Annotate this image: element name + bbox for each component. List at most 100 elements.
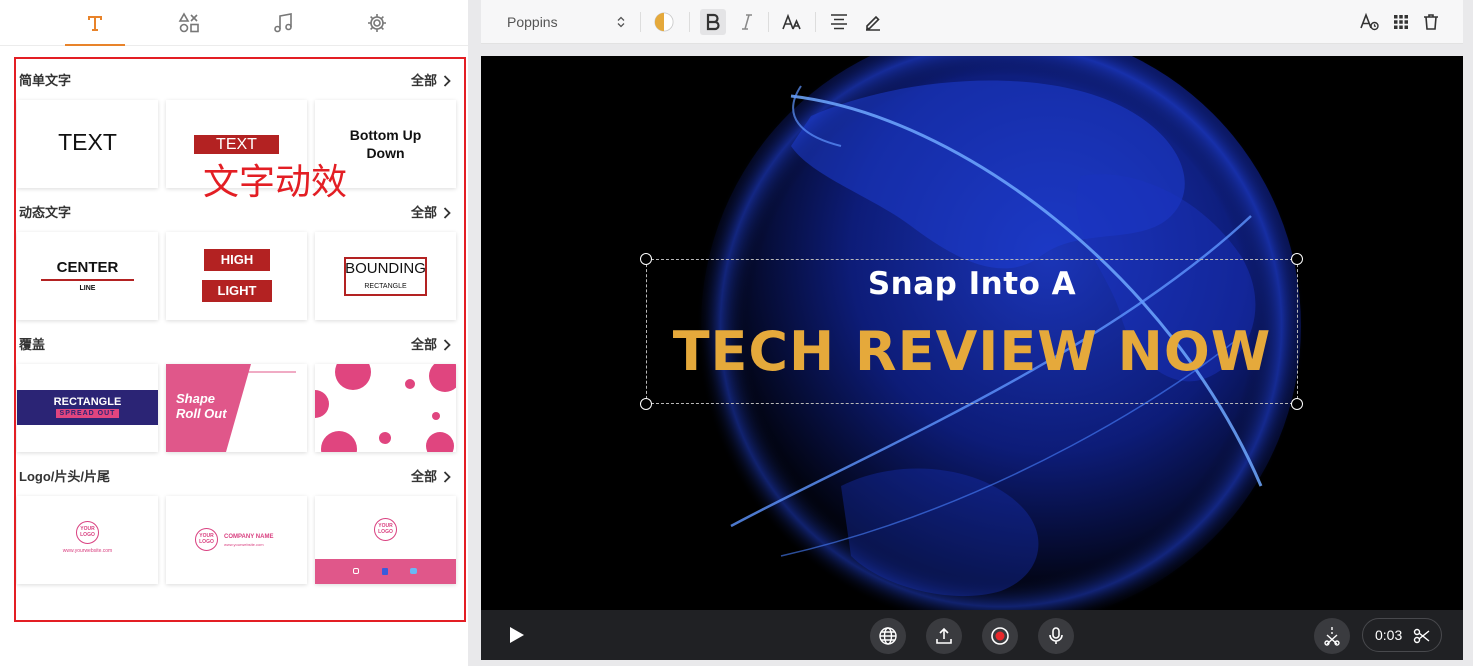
font-size-icon: [782, 13, 801, 30]
italic-button[interactable]: [734, 9, 760, 35]
section-dynamic-text: 动态文字 全部: [19, 203, 455, 223]
see-all-link[interactable]: 全部: [411, 71, 451, 91]
see-all-link[interactable]: 全部: [411, 203, 451, 223]
template-preview-text: Bottom Up Down: [349, 127, 422, 161]
pen-icon: [866, 15, 880, 31]
italic-icon: [742, 14, 752, 30]
grid-icon: [1394, 15, 1408, 29]
text-icon: [88, 16, 102, 31]
template-card[interactable]: YOUR LOGO www.yourwebsite.com: [17, 496, 158, 584]
template-preview-text: RECTANGLE: [53, 396, 122, 408]
canvas-text-line2[interactable]: TECH REVIEW NOW: [646, 320, 1298, 383]
resize-handle-bottom-left[interactable]: [640, 398, 652, 410]
section-title: Logo/片头/片尾: [19, 469, 110, 484]
split-button[interactable]: [1314, 618, 1350, 654]
grid-button[interactable]: [1388, 9, 1414, 35]
tab-text[interactable]: [65, 0, 125, 46]
globe-icon: [879, 627, 897, 645]
template-card[interactable]: [315, 364, 456, 452]
template-preview-text: RECTANGLE: [364, 283, 407, 290]
play-icon[interactable]: [505, 624, 527, 646]
text-toolbar: Poppins: [481, 0, 1463, 44]
toolbar-divider: [815, 12, 816, 32]
company-sub: www.yourwebsite.com: [224, 542, 264, 547]
gear-icon: [368, 14, 386, 32]
section-title: 覆盖: [19, 337, 46, 352]
upload-button[interactable]: [926, 618, 962, 654]
mic-icon: [1049, 627, 1063, 644]
font-family-select[interactable]: Poppins: [507, 12, 625, 32]
highlight-button[interactable]: [860, 9, 886, 35]
delete-button[interactable]: [1418, 9, 1444, 35]
see-all-link[interactable]: 全部: [411, 467, 451, 487]
text-style-button[interactable]: [1357, 9, 1383, 35]
twitter-icon: [410, 568, 417, 574]
video-canvas[interactable]: Snap Into A TECH REVIEW NOW: [481, 56, 1463, 610]
left-panel: 简单文字 全部 动态文字 全部 覆盖 全部 Logo/片头/片尾 全部 TEXT…: [0, 0, 471, 666]
language-button[interactable]: [870, 618, 906, 654]
canvas-text-line1[interactable]: Snap Into A: [646, 266, 1298, 302]
record-button[interactable]: [982, 618, 1018, 654]
section-logo: Logo/片头/片尾 全部: [19, 467, 455, 487]
select-caret-icon: [617, 16, 625, 28]
toolbar-divider: [689, 12, 690, 32]
dots-background: [315, 364, 456, 452]
section-simple-text: 简单文字 全部: [19, 71, 455, 91]
split-icon: [1324, 627, 1340, 646]
template-preview-text: TEXT: [58, 129, 117, 155]
chevron-right-icon: [443, 339, 451, 351]
template-card[interactable]: YOUR LOGO: [315, 496, 456, 584]
template-preview-text: TEXT: [194, 135, 279, 154]
logo-text: LOGO: [80, 532, 95, 538]
see-all-link[interactable]: 全部: [411, 335, 451, 355]
template-card[interactable]: TEXT: [17, 100, 158, 188]
tab-elements[interactable]: [159, 0, 219, 46]
template-preview-text: LINE: [79, 285, 96, 292]
bold-icon: [706, 13, 720, 31]
template-card[interactable]: BOUNDING RECTANGLE: [315, 232, 456, 320]
template-preview-text: SPREAD OUT: [56, 409, 119, 418]
template-preview-text: Roll Out: [176, 406, 227, 421]
section-title: 简单文字: [19, 73, 72, 88]
divider: [41, 279, 134, 281]
color-icon: [654, 12, 674, 32]
logo-website: www.yourwebsite.com: [62, 548, 113, 554]
shapes-icon: [178, 12, 199, 33]
template-card[interactable]: Shape Roll Out: [166, 364, 307, 452]
font-size-button[interactable]: [779, 9, 805, 35]
current-time: 0:03: [1375, 627, 1403, 643]
logo-text: LOGO: [378, 529, 393, 535]
template-card[interactable]: HIGH LIGHT: [166, 232, 307, 320]
resize-handle-bottom-right[interactable]: [1291, 398, 1303, 410]
record-icon: [991, 627, 1009, 645]
text-color-button[interactable]: [651, 9, 677, 35]
tab-music[interactable]: [253, 0, 313, 46]
font-family-value: Poppins: [507, 14, 558, 30]
music-icon: [274, 13, 292, 33]
chevron-right-icon: [443, 75, 451, 87]
annotation-label: 文字动效: [203, 162, 348, 203]
logo-text: LOGO: [199, 539, 214, 545]
bold-button[interactable]: [700, 9, 726, 35]
template-preview-text: Shape: [176, 391, 216, 406]
resize-handle-top-left[interactable]: [640, 253, 652, 265]
resize-handle-top-right[interactable]: [1291, 253, 1303, 265]
tab-settings[interactable]: [347, 0, 407, 46]
chevron-right-icon: [443, 207, 451, 219]
panel-tabs: [0, 0, 468, 46]
template-card[interactable]: RECTANGLE SPREAD OUT: [17, 364, 158, 452]
social-bar: [315, 559, 456, 584]
upload-icon: [936, 627, 952, 644]
trash-icon: [1424, 14, 1438, 30]
facebook-icon: [382, 568, 388, 575]
toolbar-divider: [640, 12, 641, 32]
time-display[interactable]: 0:03: [1362, 618, 1442, 652]
playback-bar: 0:03: [481, 610, 1463, 660]
template-card[interactable]: CENTER LINE: [17, 232, 158, 320]
template-preview-text: HIGH: [204, 249, 270, 271]
microphone-button[interactable]: [1038, 618, 1074, 654]
template-preview-text: CENTER: [56, 259, 119, 276]
template-card[interactable]: YOUR LOGO COMPANY NAME www.yourwebsite.c…: [166, 496, 307, 584]
align-button[interactable]: [826, 9, 852, 35]
toolbar-divider: [768, 12, 769, 32]
